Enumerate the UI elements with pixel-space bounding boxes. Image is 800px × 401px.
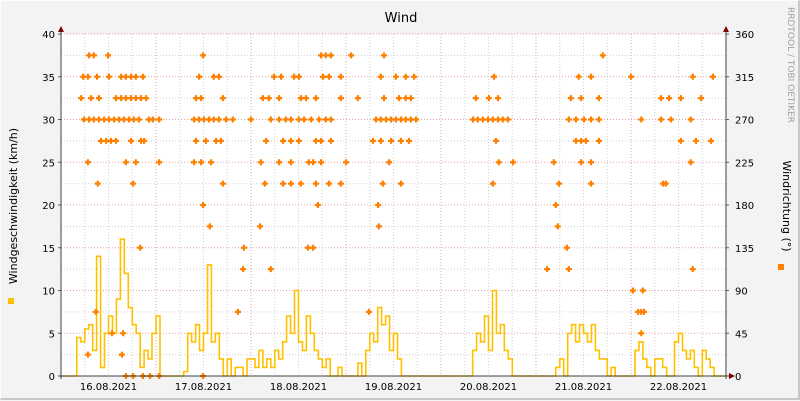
y2-tick-label: 90 <box>735 287 748 298</box>
y2-tick-label: 45 <box>735 329 748 340</box>
y-tick-label: 35 <box>42 73 55 84</box>
x-tick-label: 17.08.2021 <box>175 382 232 393</box>
chart-title: Wind <box>385 11 418 26</box>
y-tick-label: 0 <box>49 372 55 383</box>
y2-tick-label: 0 <box>735 372 741 383</box>
x-tick-label: 22.08.2021 <box>650 382 707 393</box>
y-tick-label: 5 <box>49 329 55 340</box>
y-tick-label: 10 <box>42 287 55 298</box>
y2-tick-label: 360 <box>735 30 754 41</box>
y-tick-label: 15 <box>42 244 55 255</box>
y2-axis-arrow-icon <box>723 26 729 32</box>
chart-frame: Wind RRDTOOL / TOBI OETIKER Windgeschwin… <box>0 0 800 400</box>
y-tick-label: 40 <box>42 30 55 41</box>
x-tick-label: 18.08.2021 <box>270 382 327 393</box>
watermark: RRDTOOL / TOBI OETIKER <box>785 7 795 123</box>
y-tick-label: 25 <box>42 158 55 169</box>
x-tick-label: 20.08.2021 <box>460 382 517 393</box>
wind-chart: Wind RRDTOOL / TOBI OETIKER Windgeschwin… <box>7 7 795 393</box>
y2-axis-label: Windrichtung (°) <box>780 160 793 251</box>
y-tick-label: 20 <box>42 201 55 212</box>
x-tick-label: 19.08.2021 <box>365 382 422 393</box>
y-axis-arrow-icon <box>58 26 64 32</box>
y2-tick-label: 270 <box>735 116 754 127</box>
y-tick-label: 30 <box>42 116 55 127</box>
x-tick-label: 21.08.2021 <box>555 382 612 393</box>
y2-tick-label: 180 <box>735 201 754 212</box>
x-tick-label: 16.08.2021 <box>80 382 137 393</box>
legend-direction-swatch <box>778 264 784 270</box>
y2-tick-label: 315 <box>735 73 754 84</box>
y2-tick-label: 225 <box>735 158 754 169</box>
y2-tick-label: 135 <box>735 244 754 255</box>
legend-speed-swatch <box>8 298 14 304</box>
y-axis-label: Windgeschwindigkeit (km/h) <box>7 128 20 284</box>
